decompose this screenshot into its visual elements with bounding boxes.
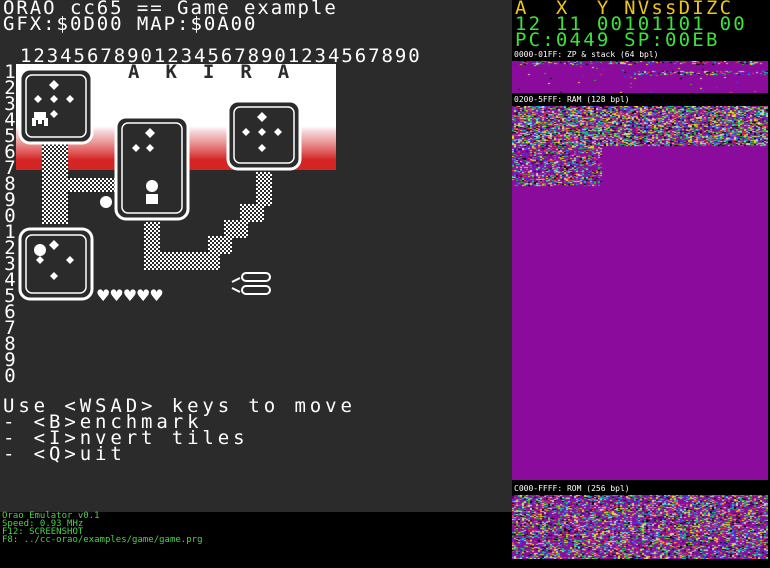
rom-label: C000-FFFF: ROM (256 bpl) [514,484,630,493]
lives-hearts: ♥♥♥♥♥ [96,286,164,305]
pc-sp-values: PC:0449 SP:00EB [515,29,720,51]
player-sprite [32,112,48,126]
zp-stack-label: 0000-01FF: ZP & stack (64 bpl) [514,50,659,59]
zp-stack-memory-view [512,61,768,93]
rom-memory-view [512,495,768,559]
ram-label: 0200-5FFF: RAM (128 bpl) [514,95,630,104]
game-banner-title: AKIRA [128,61,316,83]
emulator-screen: ORAO cc65 == Game example GFX:$0D00 MAP:… [0,0,512,512]
status-bar: Orao Emulator v0.1 Speed: 0.93 MHz F12: … [0,512,512,568]
instruction-line: - <Q>uit [3,443,126,465]
coin-stack-sprite [231,272,271,295]
debug-panel: A X Y NVssDIZC 12 11 00101101 00 PC:0449… [512,0,770,568]
loaded-file-path: F8: ../cc-orao/examples/game/game.prg [2,535,203,545]
ram-memory-view [512,106,768,480]
